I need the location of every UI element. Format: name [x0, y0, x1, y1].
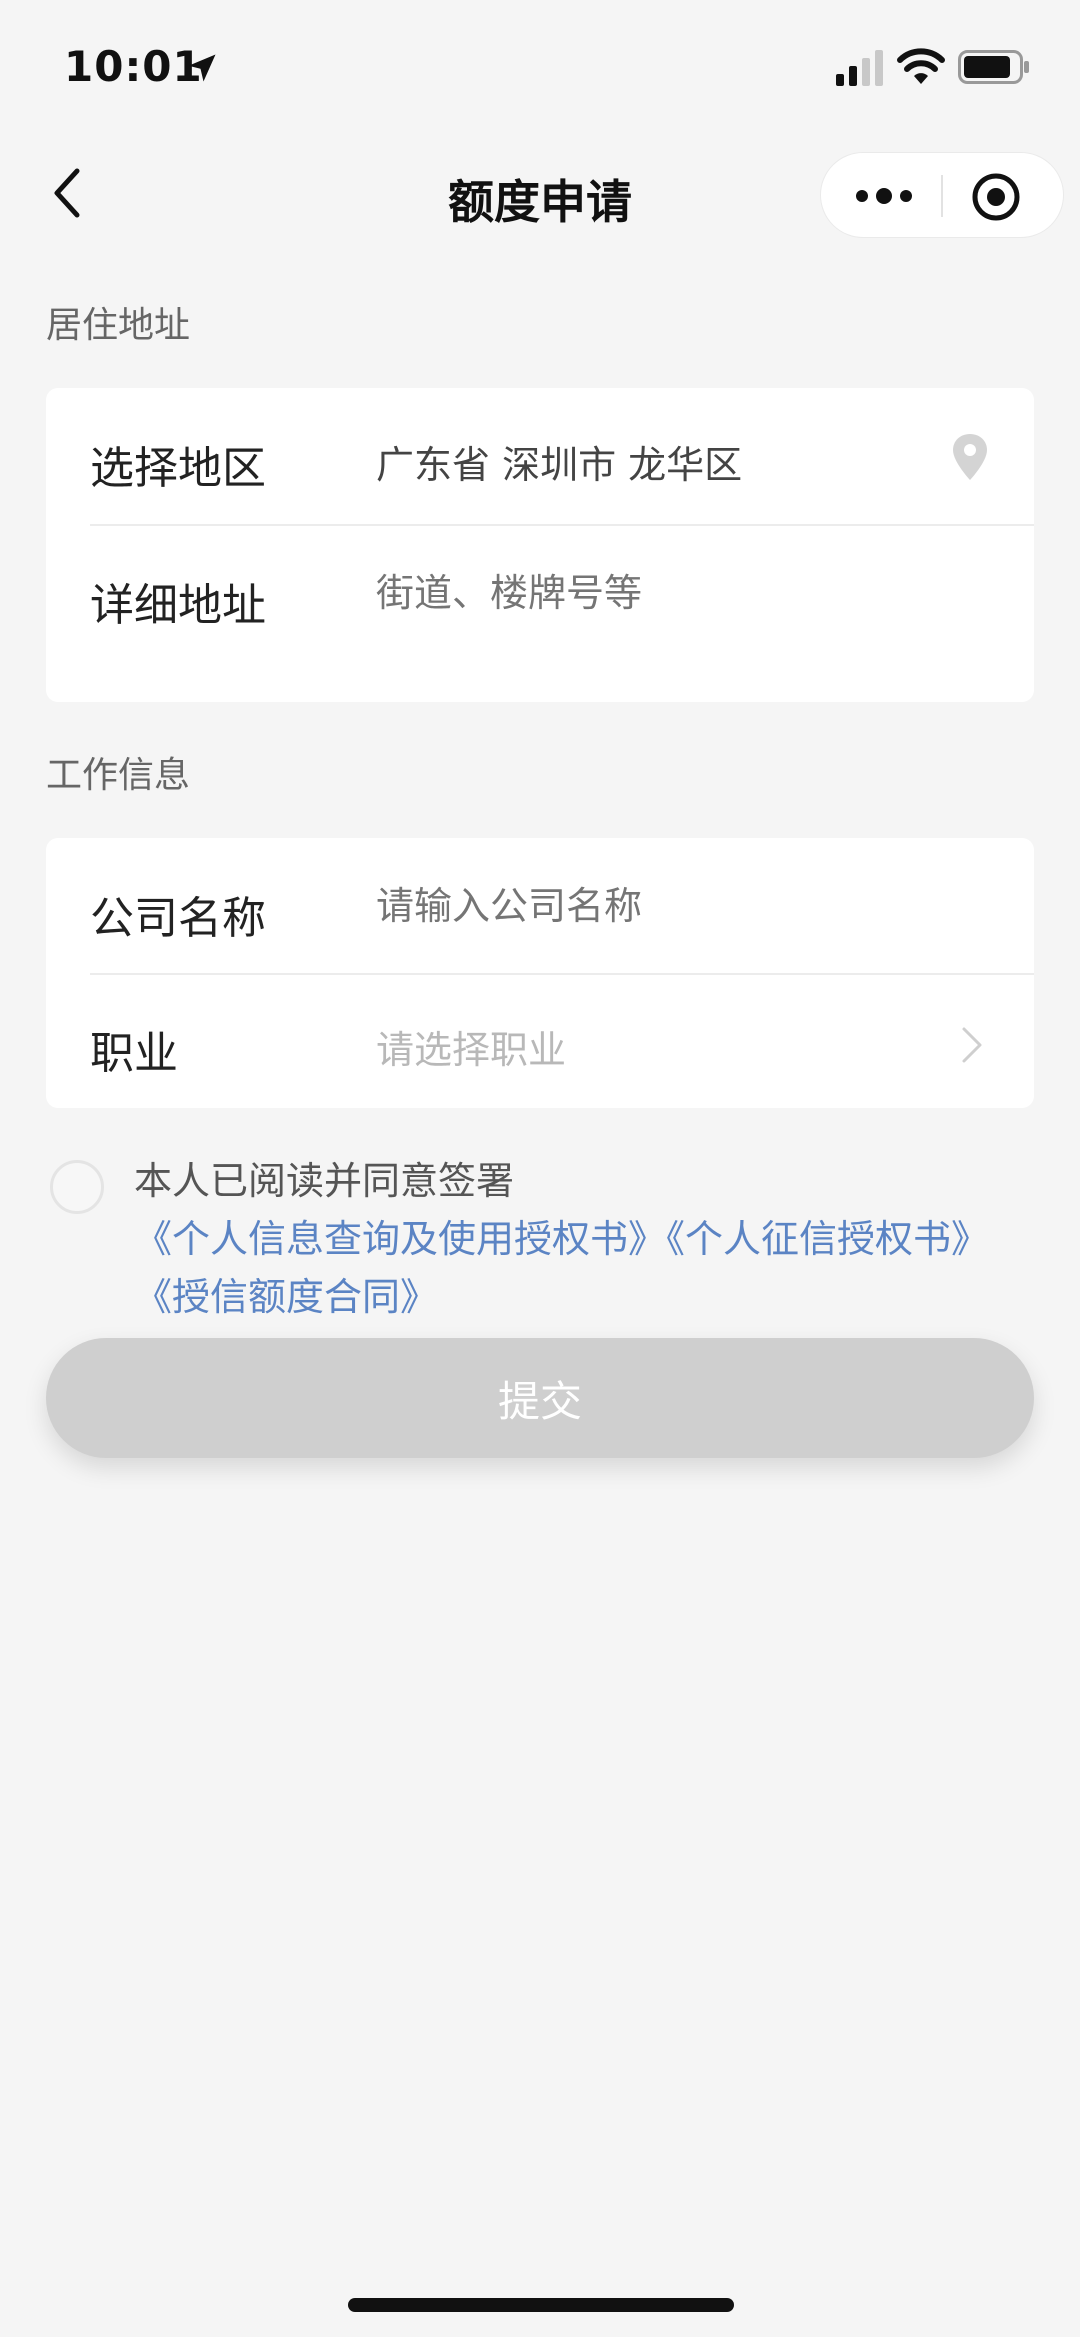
job-label: 职业: [90, 1028, 178, 1079]
job-row[interactable]: 职业 请选择职业: [90, 973, 990, 1110]
credit-authorization-link[interactable]: 《个人征信授权书》: [666, 1217, 989, 1261]
status-time: 10:01: [64, 42, 203, 91]
chevron-right-icon: [962, 1027, 982, 1063]
location-arrow-icon: [188, 54, 216, 82]
job-placeholder: 请选择职业: [376, 1028, 567, 1072]
capsule-divider: [941, 175, 943, 217]
address-row: 详细地址: [90, 525, 990, 662]
submit-button[interactable]: 提交: [46, 1338, 1034, 1458]
mini-program-capsule: [820, 152, 1064, 238]
home-indicator: [348, 2298, 734, 2312]
company-label: 公司名称: [90, 893, 266, 944]
agreement-checkbox[interactable]: [50, 1160, 104, 1214]
screen: 10:01 额度申请 居住地址 选择地区 广东省 深圳市 龙华区 详细地址 街道…: [0, 0, 1080, 2337]
residence-section-title: 居住地址: [46, 305, 191, 346]
company-row: 公司名称: [90, 838, 990, 975]
nav-bar: 额度申请: [0, 140, 1080, 250]
close-mini-program-button[interactable]: [967, 169, 1025, 225]
signal-icon: [836, 50, 883, 86]
privacy-authorization-link[interactable]: 《个人信息查询及使用授权书》: [134, 1217, 666, 1261]
region-value: 广东省 深圳市 龙华区: [376, 443, 743, 487]
status-bar: 10:01: [0, 0, 1080, 130]
region-label: 选择地区: [90, 443, 266, 494]
more-button[interactable]: [849, 173, 919, 219]
residence-card: 选择地区 广东省 深圳市 龙华区 详细地址: [46, 388, 1034, 702]
work-section-title: 工作信息: [46, 755, 191, 796]
wifi-icon: [897, 48, 945, 84]
credit-contract-link[interactable]: 《授信额度合同》: [134, 1275, 438, 1319]
agreement-prefix: 本人已阅读并同意签署: [134, 1159, 515, 1203]
more-dots-icon: [856, 188, 912, 204]
region-row[interactable]: 选择地区 广东省 深圳市 龙华区: [90, 388, 990, 525]
address-input[interactable]: [376, 571, 936, 615]
location-pin-icon[interactable]: [950, 432, 990, 482]
company-input[interactable]: [376, 884, 936, 928]
battery-icon: [958, 50, 1029, 84]
target-icon: [972, 173, 1020, 221]
agreement-text: 本人已阅读并同意签署《个人信息查询及使用授权书》《个人征信授权书》《授信额度合同…: [134, 1152, 1034, 1326]
address-label: 详细地址: [90, 580, 266, 631]
work-card: 公司名称 职业 请选择职业: [46, 838, 1034, 1108]
